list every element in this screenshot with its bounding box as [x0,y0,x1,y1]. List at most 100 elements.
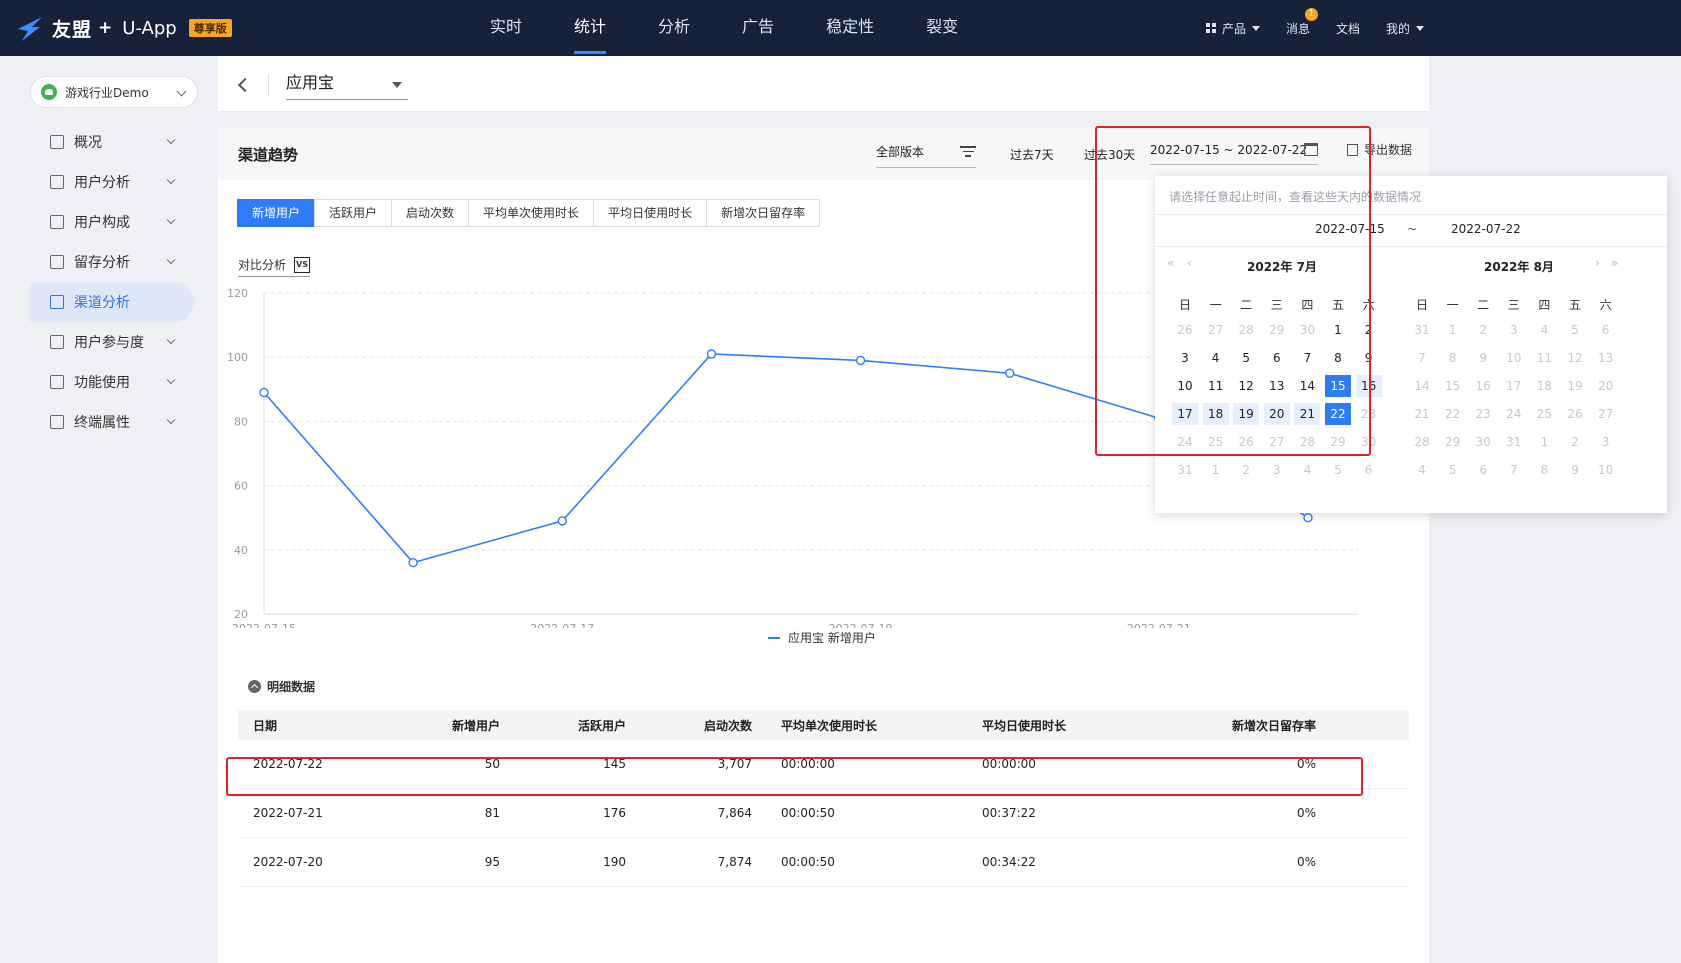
user-menu[interactable]: 我的 [1386,20,1425,37]
august-day-cell[interactable]: 14 [1409,375,1435,397]
july-day-cell[interactable]: 5 [1325,459,1351,481]
july-day-cell[interactable]: 2 [1356,319,1382,341]
july-day-cell[interactable]: 26 [1172,319,1198,341]
august-day-cell[interactable]: 19 [1562,375,1588,397]
july-day-cell[interactable]: 27 [1203,319,1229,341]
next-month-icon[interactable]: › [1595,256,1600,270]
chart-legend[interactable]: 应用宝 新增用户 [768,629,876,646]
nav-analysis[interactable]: 分析 [658,0,690,56]
sidebar-item-overview[interactable]: 概况 [30,122,194,162]
tab-new-users[interactable]: 新增用户 [237,199,316,227]
august-day-cell[interactable]: 26 [1562,403,1588,425]
july-day-cell[interactable]: 30 [1356,431,1382,453]
july-day-cell[interactable]: 12 [1233,375,1259,397]
july-day-cell[interactable]: 26 [1233,431,1259,453]
august-day-cell[interactable]: 1 [1531,431,1557,453]
docs-link[interactable]: 文档 [1336,20,1360,37]
july-day-cell[interactable]: 16 [1355,375,1382,397]
channel-select[interactable]: 应用宝 [286,70,408,100]
august-day-cell[interactable]: 20 [1593,375,1619,397]
version-select[interactable]: 全部版本 [876,142,976,168]
sidebar-item-device[interactable]: 终端属性 [30,402,194,442]
tab-avg-daily-duration[interactable]: 平均日使用时长 [593,199,708,227]
august-day-cell[interactable]: 9 [1562,459,1588,481]
august-day-cell[interactable]: 6 [1470,459,1496,481]
august-day-cell[interactable]: 17 [1501,375,1527,397]
july-day-cell[interactable]: 4 [1294,459,1320,481]
july-day-cell[interactable]: 18 [1202,403,1229,425]
messages-link[interactable]: 消息 1 [1286,7,1319,37]
nav-fission[interactable]: 裂变 [926,0,958,56]
prev-year-icon[interactable]: « [1167,256,1174,270]
august-day-cell[interactable]: 18 [1531,375,1557,397]
tab-active-users[interactable]: 活跃用户 [314,199,393,227]
back-arrow-icon[interactable] [237,77,253,93]
july-day-cell[interactable]: 6 [1264,347,1290,369]
august-day-cell[interactable]: 1 [1440,319,1466,341]
july-day-cell[interactable]: 28 [1294,431,1320,453]
tab-next-day-retention[interactable]: 新增次日留存率 [706,199,821,227]
august-day-cell[interactable]: 31 [1501,431,1527,453]
sidebar-item-feature[interactable]: 功能使用 [30,362,194,402]
august-day-cell[interactable]: 2 [1470,319,1496,341]
july-day-cell[interactable]: 15 [1325,375,1351,397]
sidebar-item-retention[interactable]: 留存分析 [30,242,194,282]
products-menu[interactable]: 产品 [1206,20,1261,37]
sidebar-item-channel[interactable]: 渠道分析 [30,282,194,322]
july-day-cell[interactable]: 24 [1172,431,1198,453]
july-day-cell[interactable]: 29 [1264,319,1290,341]
august-day-cell[interactable]: 4 [1409,459,1435,481]
july-day-cell[interactable]: 21 [1294,403,1321,425]
july-day-cell[interactable]: 11 [1203,375,1229,397]
nav-statistics[interactable]: 统计 [574,0,607,56]
august-day-cell[interactable]: 16 [1470,375,1496,397]
tab-launches[interactable]: 启动次数 [391,199,470,227]
july-day-cell[interactable]: 20 [1263,403,1290,425]
july-day-cell[interactable]: 25 [1203,431,1229,453]
august-day-cell[interactable]: 13 [1593,347,1619,369]
sidebar-item-user-analysis[interactable]: 用户分析 [30,162,194,202]
july-day-cell[interactable]: 17 [1172,403,1198,425]
last-30-days-button[interactable]: 过去30天 [1084,146,1135,163]
july-day-cell[interactable]: 3 [1172,347,1198,369]
august-day-cell[interactable]: 5 [1562,319,1588,341]
august-day-cell[interactable]: 15 [1440,375,1466,397]
august-day-cell[interactable]: 24 [1501,403,1527,425]
august-day-cell[interactable]: 27 [1593,403,1619,425]
july-day-cell[interactable]: 23 [1356,403,1382,425]
august-day-cell[interactable]: 22 [1440,403,1466,425]
august-day-cell[interactable]: 7 [1501,459,1527,481]
july-day-cell[interactable]: 6 [1356,459,1382,481]
july-day-cell[interactable]: 28 [1233,319,1259,341]
nav-realtime[interactable]: 实时 [490,0,522,56]
sidebar-item-user-composition[interactable]: 用户构成 [30,202,194,242]
nav-stability[interactable]: 稳定性 [826,0,874,56]
august-day-cell[interactable]: 10 [1593,459,1619,481]
july-day-cell[interactable]: 31 [1172,459,1198,481]
july-day-cell[interactable]: 19 [1233,403,1260,425]
august-day-cell[interactable]: 3 [1501,319,1527,341]
july-day-cell[interactable]: 29 [1325,431,1351,453]
july-day-cell[interactable]: 14 [1294,375,1320,397]
tab-avg-session-duration[interactable]: 平均单次使用时长 [468,199,595,227]
export-data-button[interactable]: 导出数据 [1347,141,1412,158]
july-day-cell[interactable]: 10 [1172,375,1198,397]
july-day-cell[interactable]: 3 [1264,459,1290,481]
july-day-cell[interactable]: 2 [1233,459,1259,481]
july-day-cell[interactable]: 22 [1325,403,1351,425]
brand-logo[interactable]: 友盟 + U-App 尊享版 [16,10,232,46]
next-year-icon[interactable]: » [1611,256,1618,270]
july-day-cell[interactable]: 9 [1356,347,1382,369]
august-day-cell[interactable]: 21 [1409,403,1435,425]
prev-month-icon[interactable]: ‹ [1187,256,1192,270]
july-day-cell[interactable]: 1 [1203,459,1229,481]
july-day-cell[interactable]: 30 [1294,319,1320,341]
calendar-icon[interactable] [1304,143,1318,156]
august-day-cell[interactable]: 23 [1470,403,1496,425]
last-7-days-button[interactable]: 过去7天 [1010,146,1054,163]
august-day-cell[interactable]: 5 [1440,459,1466,481]
august-day-cell[interactable]: 3 [1593,431,1619,453]
august-day-cell[interactable]: 7 [1409,347,1435,369]
sidebar-item-engagement[interactable]: 用户参与度 [30,322,194,362]
compare-analysis-button[interactable]: 对比分析 VS [238,256,311,277]
